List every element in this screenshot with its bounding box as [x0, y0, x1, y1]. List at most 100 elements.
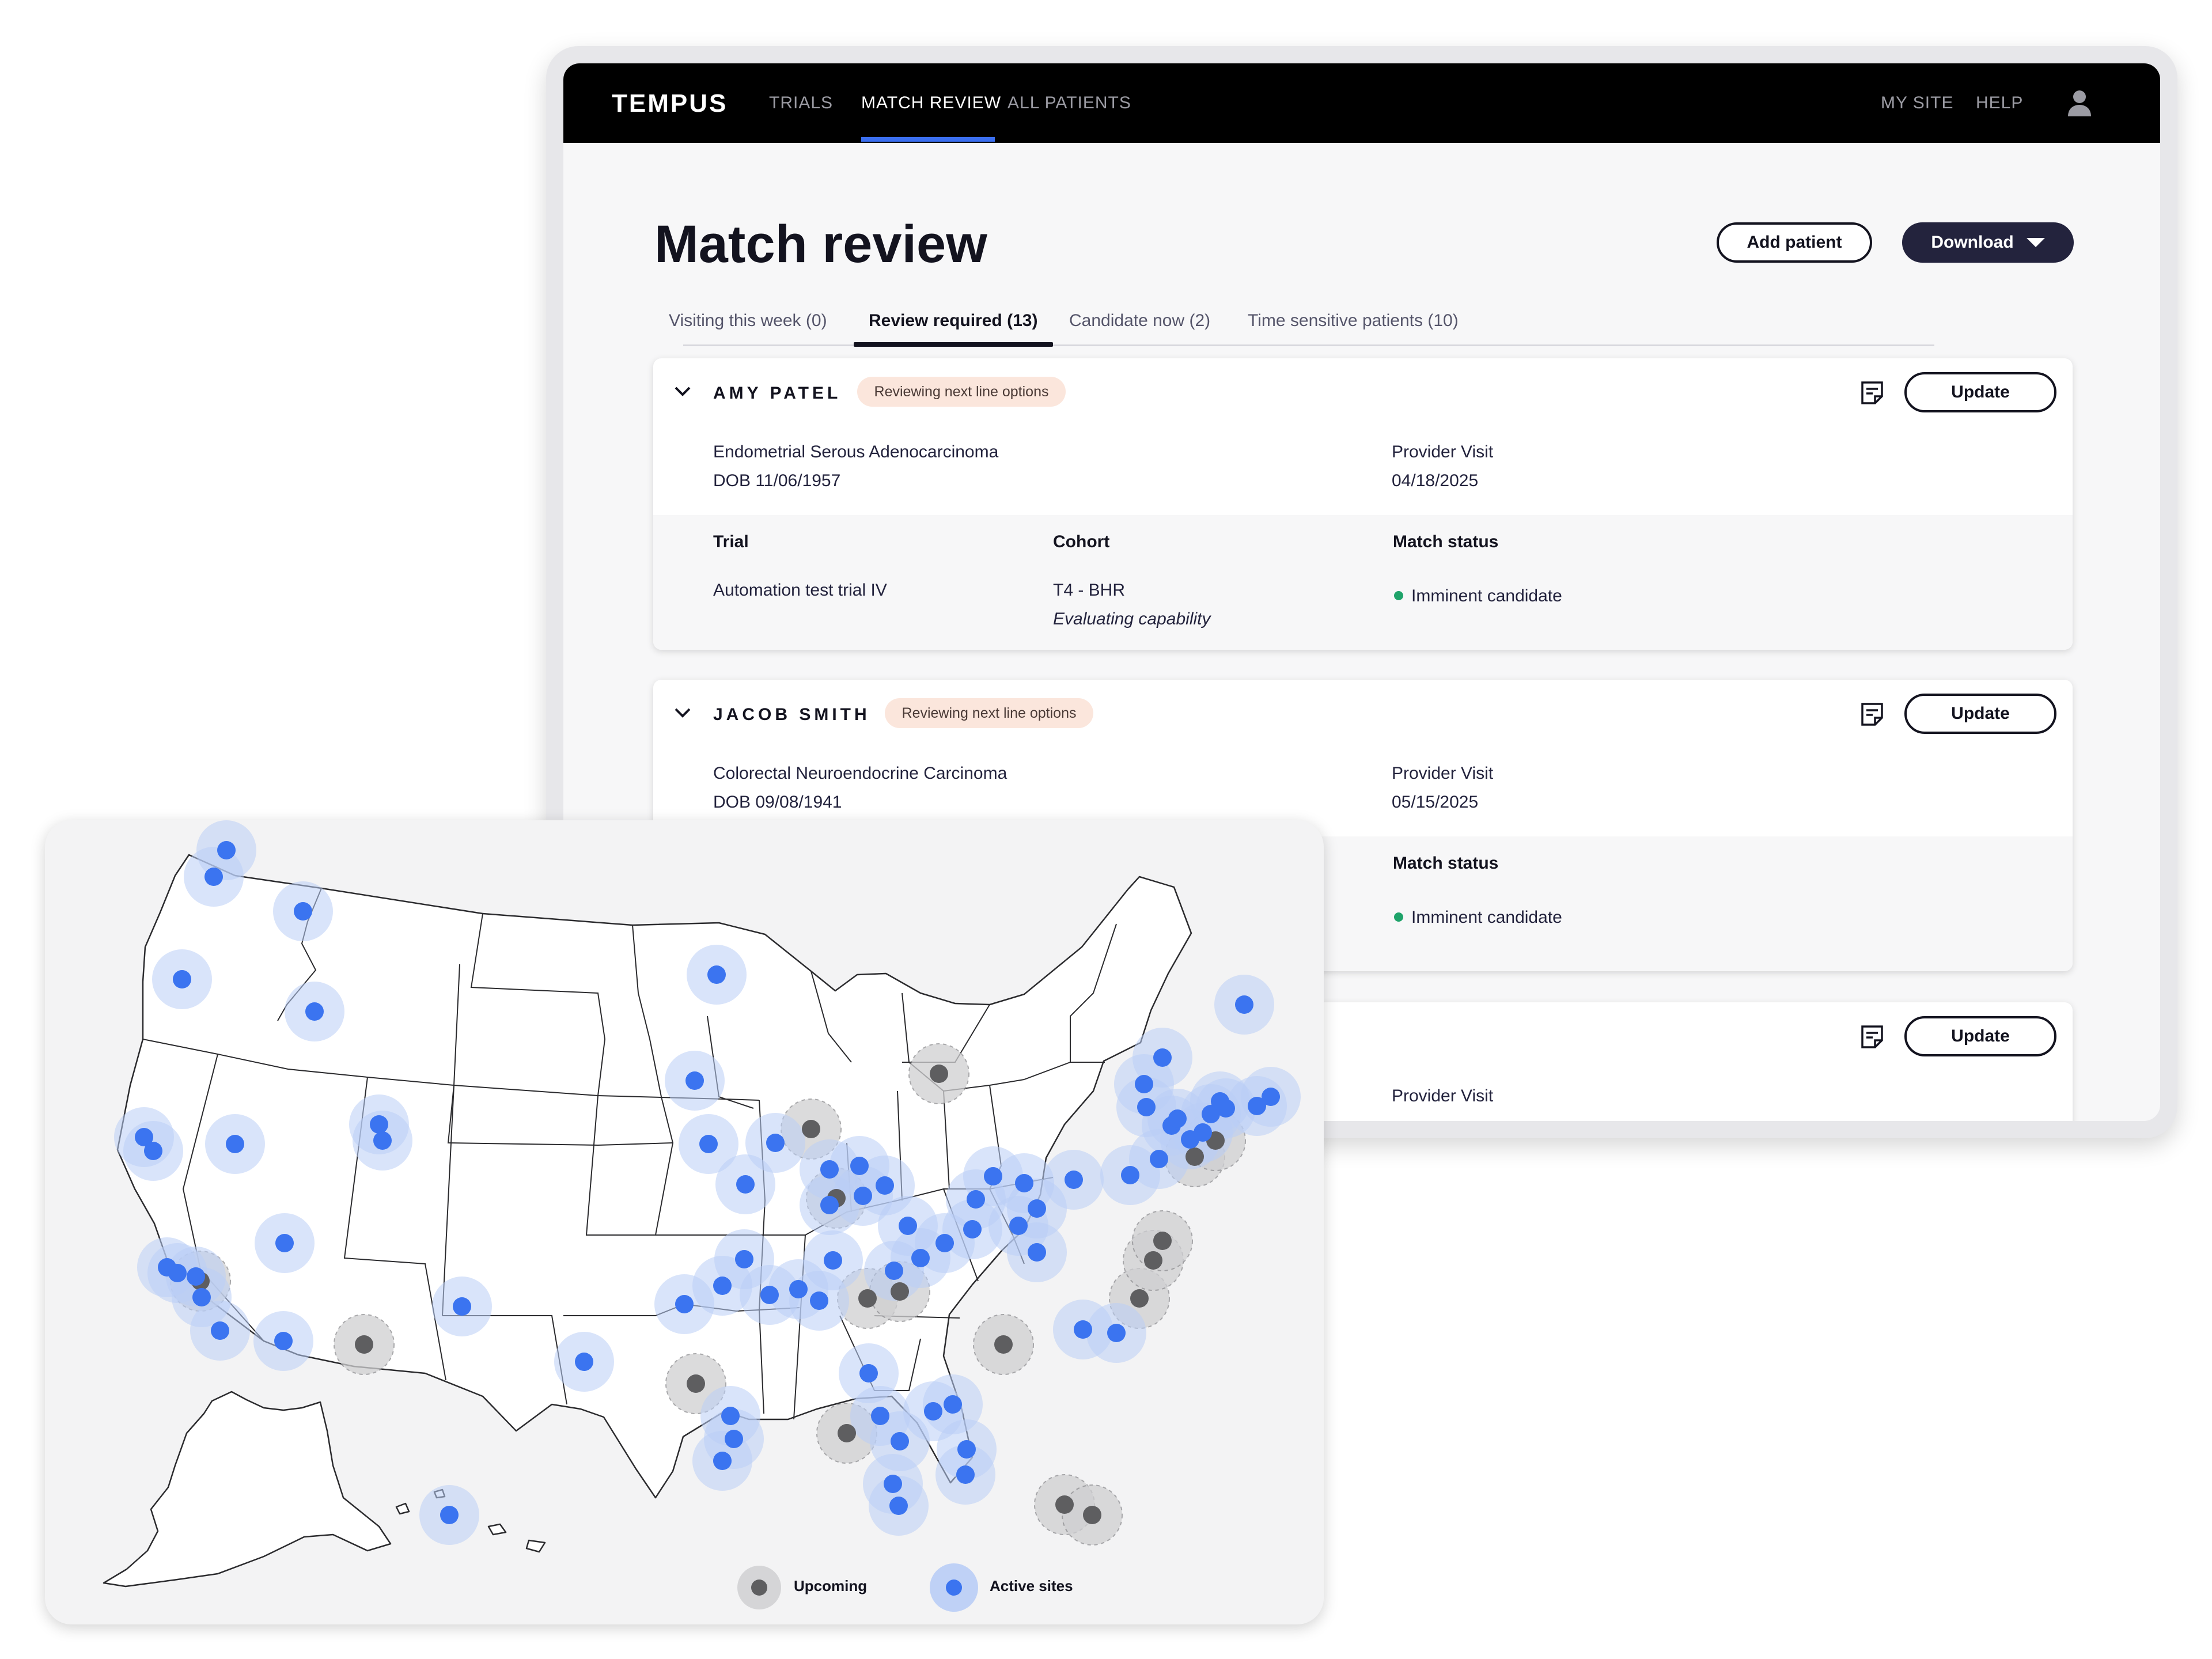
update-button[interactable]: Update	[1904, 1016, 2056, 1056]
active-site-marker[interactable]	[575, 1353, 593, 1371]
active-site-marker[interactable]	[1194, 1123, 1212, 1142]
active-site-marker[interactable]	[810, 1291, 828, 1310]
active-site-marker[interactable]	[760, 1286, 779, 1304]
active-site-marker[interactable]	[204, 868, 223, 886]
active-site-marker[interactable]	[984, 1167, 1002, 1185]
active-site-marker[interactable]	[850, 1157, 869, 1175]
update-button[interactable]: Update	[1904, 694, 2056, 734]
active-site-marker[interactable]	[373, 1131, 392, 1150]
active-site-marker[interactable]	[707, 965, 726, 984]
nav-link-trials[interactable]: TRIALS	[769, 93, 833, 113]
active-site-marker[interactable]	[889, 1497, 908, 1515]
upcoming-site-marker[interactable]	[858, 1289, 877, 1308]
upcoming-site-marker[interactable]	[687, 1374, 705, 1393]
upcoming-site-marker[interactable]	[802, 1120, 820, 1138]
active-site-marker[interactable]	[1153, 1048, 1172, 1067]
note-icon[interactable]	[1860, 1024, 1884, 1050]
note-icon[interactable]	[1860, 702, 1884, 727]
upcoming-site-marker[interactable]	[1153, 1232, 1172, 1250]
active-site-marker[interactable]	[173, 970, 191, 988]
upcoming-site-marker[interactable]	[1185, 1147, 1204, 1166]
download-button[interactable]: Download	[1902, 222, 2074, 263]
active-site-marker[interactable]	[1168, 1109, 1187, 1128]
active-site-marker[interactable]	[820, 1196, 839, 1214]
tab-visiting-this-week[interactable]: Visiting this week (0)	[669, 311, 827, 331]
active-site-marker[interactable]	[789, 1280, 808, 1298]
active-site-marker[interactable]	[274, 1332, 293, 1350]
active-site-marker[interactable]	[192, 1288, 211, 1306]
upcoming-site-marker[interactable]	[994, 1335, 1013, 1354]
tab-time-sensitive-patients[interactable]: Time sensitive patients (10)	[1248, 311, 1459, 331]
patient-name[interactable]: JACOB SMITH	[713, 705, 870, 725]
active-site-marker[interactable]	[766, 1134, 785, 1152]
upcoming-site-marker[interactable]	[1130, 1289, 1149, 1308]
tab-review-required[interactable]: Review required (13)	[869, 311, 1037, 331]
upcoming-site-marker[interactable]	[838, 1424, 856, 1442]
chevron-down-icon[interactable]	[674, 382, 691, 400]
add-patient-button[interactable]: Add patient	[1717, 222, 1872, 263]
nav-link-my-site[interactable]: MY SITE	[1881, 93, 1953, 113]
active-site-marker[interactable]	[963, 1220, 982, 1238]
active-site-marker[interactable]	[1262, 1088, 1280, 1106]
active-site-marker[interactable]	[944, 1395, 962, 1414]
active-site-marker[interactable]	[871, 1407, 889, 1425]
active-site-marker[interactable]	[675, 1295, 694, 1313]
active-site-marker[interactable]	[911, 1249, 930, 1267]
upcoming-site-marker[interactable]	[930, 1065, 948, 1083]
nav-link-all-patients[interactable]: ALL PATIENTS	[1007, 93, 1131, 113]
active-site-marker[interactable]	[824, 1251, 842, 1270]
active-site-marker[interactable]	[1028, 1199, 1046, 1218]
active-site-marker[interactable]	[453, 1297, 471, 1316]
active-site-marker[interactable]	[876, 1176, 894, 1195]
active-site-marker[interactable]	[1217, 1099, 1235, 1118]
active-site-marker[interactable]	[735, 1250, 753, 1268]
active-site-marker[interactable]	[885, 1262, 903, 1280]
patient-name[interactable]: AMY PATEL	[713, 384, 841, 403]
active-site-marker[interactable]	[859, 1364, 878, 1382]
active-site-marker[interactable]	[736, 1175, 755, 1194]
active-site-marker[interactable]	[211, 1321, 229, 1340]
tab-candidate-now[interactable]: Candidate now (2)	[1069, 311, 1210, 331]
active-site-marker[interactable]	[305, 1002, 324, 1021]
active-site-marker[interactable]	[957, 1440, 976, 1459]
active-site-marker[interactable]	[891, 1432, 909, 1450]
active-site-marker[interactable]	[168, 1264, 187, 1282]
update-button[interactable]: Update	[1904, 372, 2056, 412]
active-site-marker[interactable]	[1065, 1171, 1083, 1189]
active-site-marker[interactable]	[721, 1407, 740, 1425]
upcoming-site-marker[interactable]	[1083, 1506, 1101, 1524]
active-site-marker[interactable]	[226, 1135, 244, 1153]
chevron-down-icon[interactable]	[674, 704, 691, 721]
active-site-marker[interactable]	[187, 1267, 205, 1286]
active-site-marker[interactable]	[144, 1142, 162, 1160]
active-site-marker[interactable]	[967, 1190, 985, 1209]
active-site-marker[interactable]	[956, 1465, 975, 1484]
active-site-marker[interactable]	[1137, 1098, 1156, 1116]
active-site-marker[interactable]	[713, 1452, 732, 1470]
active-site-marker[interactable]	[1028, 1243, 1046, 1262]
active-site-marker[interactable]	[1121, 1166, 1139, 1184]
active-site-marker[interactable]	[1074, 1320, 1092, 1339]
active-site-marker[interactable]	[294, 902, 312, 921]
active-site-marker[interactable]	[1015, 1174, 1033, 1192]
active-site-marker[interactable]	[854, 1187, 872, 1205]
active-site-marker[interactable]	[1107, 1324, 1126, 1342]
active-site-marker[interactable]	[1150, 1150, 1168, 1168]
active-site-marker[interactable]	[370, 1115, 388, 1134]
user-icon[interactable]	[2067, 89, 2092, 118]
active-site-marker[interactable]	[935, 1234, 954, 1252]
upcoming-site-marker[interactable]	[355, 1335, 373, 1354]
active-site-marker[interactable]	[1235, 995, 1253, 1014]
active-site-marker[interactable]	[725, 1430, 743, 1448]
tempus-logo[interactable]: TEMPUS	[612, 89, 728, 118]
active-site-marker[interactable]	[440, 1506, 459, 1524]
active-site-marker[interactable]	[1009, 1217, 1028, 1235]
active-site-marker[interactable]	[217, 841, 236, 859]
active-site-marker[interactable]	[884, 1475, 902, 1493]
active-site-marker[interactable]	[685, 1071, 704, 1090]
nav-link-help[interactable]: HELP	[1976, 93, 2023, 113]
note-icon[interactable]	[1860, 380, 1884, 406]
upcoming-site-marker[interactable]	[891, 1282, 909, 1301]
upcoming-site-marker[interactable]	[1144, 1251, 1162, 1270]
active-site-marker[interactable]	[1135, 1075, 1153, 1093]
